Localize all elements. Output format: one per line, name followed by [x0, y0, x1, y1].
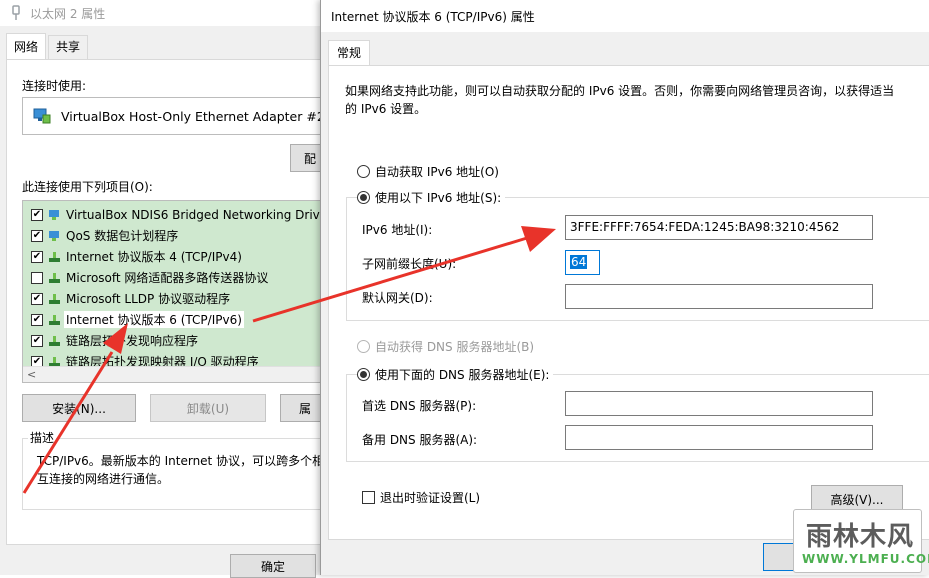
adapter-name-box: VirtualBox Host-Only Ethernet Adapter #2: [22, 97, 330, 135]
watermark-logo-text: 雨林木风: [806, 522, 915, 552]
checkbox-checked[interactable]: ✔: [31, 250, 43, 263]
prefix-length-field[interactable]: 64: [565, 250, 600, 275]
list-item[interactable]: ✔ Microsoft LLDP 协议驱动程序: [23, 288, 329, 309]
uninstall-button[interactable]: 卸载(U): [150, 394, 266, 422]
adapter-monitor-icon: [33, 108, 51, 124]
validate-on-exit-label: 退出时验证设置(L): [380, 491, 481, 505]
left-title-bar: 以太网 2 属性: [0, 0, 330, 26]
checkbox-checked[interactable]: ✔: [31, 208, 43, 221]
radio-auto-ipv6[interactable]: 自动获取 IPv6 地址(O): [357, 163, 499, 180]
ipv6-address-field[interactable]: 3FFE:FFFF:7654:FEDA:1245:BA98:3210:4562: [565, 215, 873, 240]
connect-using-label: 连接时使用:: [22, 79, 87, 93]
list-item[interactable]: Microsoft 网络适配器多路传送器协议: [23, 267, 329, 288]
checkbox-unchecked[interactable]: [31, 271, 43, 284]
install-button[interactable]: 安装(N)...: [22, 394, 136, 422]
checkbox-checked[interactable]: ✔: [31, 292, 43, 305]
adapter-properties-window: 以太网 2 属性 网络 共享 连接时使用: VirtualBox Host-On…: [0, 0, 330, 578]
alternate-dns-label: 备用 DNS 服务器(A):: [362, 433, 478, 447]
list-item-label: Internet 协议版本 6 (TCP/IPv6): [64, 311, 244, 328]
left-tabs: 网络 共享: [6, 33, 90, 59]
radio-button-disabled[interactable]: [357, 340, 370, 353]
list-item-label: Internet 协议版本 4 (TCP/IPv4): [66, 250, 242, 264]
network-component-icon: [49, 209, 59, 220]
list-item[interactable]: ✔ Internet 协议版本 4 (TCP/IPv4): [23, 246, 329, 267]
list-item-label: QoS 数据包计划程序: [66, 229, 179, 243]
list-horizontal-scrollbar[interactable]: <: [23, 366, 329, 382]
description-title: 描述: [28, 429, 57, 446]
list-item-label: VirtualBox NDIS6 Bridged Networking Driv…: [66, 207, 328, 222]
network-protocol-icon: [49, 293, 60, 304]
connection-items-list[interactable]: ✔ VirtualBox NDIS6 Bridged Networking Dri…: [22, 200, 330, 383]
gateway-field[interactable]: [565, 284, 873, 309]
preferred-dns-field[interactable]: [565, 391, 873, 416]
items-label: 此连接使用下列项目(O):: [22, 180, 153, 194]
checkbox-checked[interactable]: ✔: [31, 313, 43, 326]
right-title-bar: Internet 协议版本 6 (TCP/IPv6) 属性: [321, 0, 929, 32]
list-item[interactable]: ✔ 链路层拓扑发现响应程序: [23, 330, 329, 351]
prefix-length-value: 64: [570, 255, 588, 269]
list-item[interactable]: ✔ QoS 数据包计划程序: [23, 225, 329, 246]
dialog-title: Internet 协议版本 6 (TCP/IPv6) 属性: [331, 9, 535, 24]
gateway-label: 默认网关(D):: [362, 291, 433, 305]
intro-text: 如果网络支持此功能，则可以自动获取分配的 IPv6 设置。否则，你需要向网络管理…: [345, 84, 895, 116]
radio-manual-dns[interactable]: 使用下面的 DNS 服务器地址(E):: [357, 366, 554, 383]
radio-manual-dns-label: 使用下面的 DNS 服务器地址(E):: [375, 368, 550, 382]
ipv6-address-label: IPv6 地址(I):: [362, 223, 433, 237]
network-protocol-icon: [49, 251, 60, 262]
network-protocol-icon: [49, 272, 60, 283]
radio-auto-dns[interactable]: 自动获得 DNS 服务器地址(B): [357, 338, 534, 355]
list-item[interactable]: ✔ VirtualBox NDIS6 Bridged Networking Dri…: [23, 204, 329, 225]
list-item-label: Microsoft LLDP 协议驱动程序: [66, 292, 231, 306]
tab-sharing[interactable]: 共享: [48, 35, 89, 59]
radio-manual-ipv6-label: 使用以下 IPv6 地址(S):: [375, 191, 502, 205]
list-item-label: Microsoft 网络适配器多路传送器协议: [66, 271, 269, 285]
site-watermark: 雨林木风 WWW.YLMFU.COM: [793, 509, 929, 573]
radio-auto-ipv6-label: 自动获取 IPv6 地址(O): [375, 165, 499, 179]
watermark-url: WWW.YLMFU.COM: [802, 552, 929, 566]
scroll-left-icon[interactable]: <: [27, 368, 36, 381]
validate-on-exit-checkbox[interactable]: 退出时验证设置(L): [362, 489, 480, 506]
network-component-icon: [49, 230, 59, 241]
tab-general[interactable]: 常规: [328, 40, 371, 66]
checkbox-checked[interactable]: ✔: [31, 229, 43, 242]
preferred-dns-label: 首选 DNS 服务器(P):: [362, 399, 477, 413]
radio-button[interactable]: [357, 165, 370, 178]
list-item[interactable]: ✔ Internet 协议版本 6 (TCP/IPv6): [23, 309, 329, 330]
checkbox-box[interactable]: [362, 491, 375, 504]
radio-manual-ipv6[interactable]: 使用以下 IPv6 地址(S):: [357, 189, 506, 206]
description-text: TCP/IPv6。最新版本的 Internet 协议，可以跨多个相互连接的网络进…: [37, 454, 325, 486]
ok-button[interactable]: 确定: [230, 554, 316, 578]
network-protocol-icon: [49, 335, 60, 346]
adapter-name: VirtualBox Host-Only Ethernet Adapter #2: [61, 108, 325, 124]
network-adapter-icon: [12, 5, 20, 20]
checkbox-checked[interactable]: ✔: [31, 334, 43, 347]
network-protocol-icon: [49, 314, 60, 325]
tab-network[interactable]: 网络: [6, 33, 47, 59]
radio-auto-dns-label: 自动获得 DNS 服务器地址(B): [375, 340, 535, 354]
alternate-dns-field[interactable]: [565, 425, 873, 450]
list-item-label: 链路层拓扑发现响应程序: [66, 334, 199, 348]
radio-button-selected[interactable]: [357, 368, 370, 381]
ipv6-properties-dialog: Internet 协议版本 6 (TCP/IPv6) 属性 常规 如果网络支持此…: [320, 0, 929, 575]
radio-button-selected[interactable]: [357, 191, 370, 204]
prefix-length-label: 子网前缀长度(U):: [362, 257, 457, 271]
left-window-title: 以太网 2 属性: [30, 6, 106, 21]
